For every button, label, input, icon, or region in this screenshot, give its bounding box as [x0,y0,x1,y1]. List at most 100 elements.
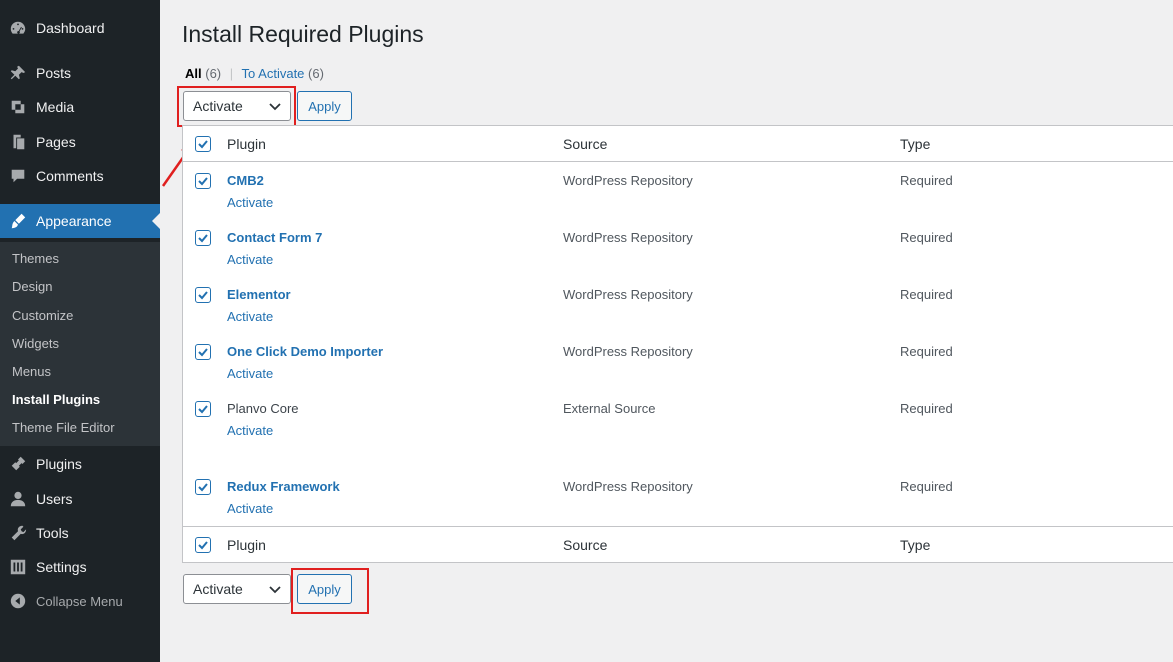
column-header-plugin[interactable]: Plugin [227,136,266,152]
highlight-box [291,568,369,614]
submenu-themes[interactable]: Themes [12,251,59,266]
row-checkbox[interactable] [195,479,211,495]
filter-separator: | [229,66,234,81]
activate-link[interactable]: Activate [227,501,273,516]
plugin-name[interactable]: One Click Demo Importer [227,344,383,359]
menu-label: Tools [36,525,69,541]
menu-dashboard[interactable]: Dashboard [0,11,160,45]
table-row: CMB2 Activate WordPress Repository Requi… [183,173,1173,230]
menu-pages[interactable]: Pages [0,125,160,159]
apply-button-top[interactable]: Apply [297,91,352,121]
plugin-source: WordPress Repository [563,173,693,188]
main-content: Install Required Plugins All (6) | To Ac… [160,0,1173,662]
collapse-icon [0,592,36,610]
menu-media[interactable]: Media [0,90,160,124]
table-footer: Plugin Source Type [183,526,1173,562]
submenu-menus[interactable]: Menus [12,364,51,379]
plugin-source: WordPress Repository [563,479,693,494]
plugin-source: WordPress Repository [563,287,693,302]
admin-sidebar: Dashboard Posts Media Pages Comments App… [0,0,160,662]
status-filters: All (6) | To Activate (6) [185,66,324,81]
plugin-source: WordPress Repository [563,344,693,359]
menu-settings[interactable]: Settings [0,550,160,584]
row-checkbox[interactable] [195,401,211,417]
bulk-action-select-bottom[interactable]: Activate [183,574,291,604]
column-header-type[interactable]: Type [900,136,930,152]
menu-label: Media [36,99,75,115]
plugin-type: Required [900,344,953,359]
plugins-table: Plugin Source Type CMB2 Activate WordPre… [182,125,1173,563]
column-header-source[interactable]: Source [563,136,607,152]
menu-tools[interactable]: Tools [0,516,160,550]
plugin-source: WordPress Repository [563,230,693,245]
activate-link[interactable]: Activate [227,309,273,324]
checkmark-icon [198,541,208,550]
row-checkbox[interactable] [195,287,211,303]
checkmark-icon [198,234,208,243]
row-checkbox[interactable] [195,344,211,360]
menu-plugins[interactable]: Plugins [0,447,160,481]
plugin-name[interactable]: Redux Framework [227,479,340,494]
table-header: Plugin Source Type [183,126,1173,162]
page-title: Install Required Plugins [182,21,424,47]
select-all-checkbox-bottom[interactable] [195,537,211,553]
menu-label: Pages [36,134,76,150]
row-checkbox[interactable] [195,230,211,246]
submenu-install-plugins[interactable]: Install Plugins [12,392,100,407]
column-footer-plugin[interactable]: Plugin [227,537,266,553]
menu-users[interactable]: Users [0,482,160,516]
menu-label: Plugins [36,456,82,472]
plugin-type: Required [900,401,953,416]
plugin-name[interactable]: Contact Form 7 [227,230,322,245]
plugin-source: External Source [563,401,656,416]
filter-to-activate[interactable]: To Activate [242,66,305,81]
dashboard-icon [0,19,36,37]
activate-link[interactable]: Activate [227,366,273,381]
user-icon [0,490,36,508]
sliders-icon [0,558,36,576]
checkmark-icon [198,140,208,149]
activate-link[interactable]: Activate [227,252,273,267]
menu-posts[interactable]: Posts [0,56,160,90]
plugin-type: Required [900,287,953,302]
checkmark-icon [198,177,208,186]
filter-all[interactable]: All [185,66,202,81]
highlight-box [177,86,296,127]
checkmark-icon [198,405,208,414]
pin-icon [0,64,36,82]
menu-label: Posts [36,65,72,81]
activate-link[interactable]: Activate [227,195,273,210]
plugin-name: Planvo Core [227,401,299,416]
plugin-name[interactable]: Elementor [227,287,291,302]
menu-comments[interactable]: Comments [0,159,160,193]
menu-label: Collapse Menu [36,593,123,609]
menu-label: Settings [36,559,87,575]
table-row: Contact Form 7 Activate WordPress Reposi… [183,230,1173,287]
filter-all-count: (6) [205,66,222,81]
column-footer-source[interactable]: Source [563,537,607,553]
menu-label: Comments [36,168,104,184]
chevron-down-icon [269,586,281,594]
row-checkbox[interactable] [195,173,211,189]
select-all-checkbox[interactable] [195,136,211,152]
table-row: Planvo Core Activate External Source Req… [183,401,1173,458]
submenu-widgets[interactable]: Widgets [12,336,59,351]
media-icon [0,98,36,116]
plugin-type: Required [900,173,953,188]
plugin-type: Required [900,230,953,245]
submenu-customize[interactable]: Customize [12,308,73,323]
column-footer-type[interactable]: Type [900,537,930,553]
submenu-theme-file-editor[interactable]: Theme File Editor [12,420,115,435]
comment-icon [0,167,36,185]
wrench-icon [0,524,36,542]
activate-link[interactable]: Activate [227,423,273,438]
submenu-design[interactable]: Design [12,279,52,294]
collapse-menu-button[interactable]: Collapse Menu [0,584,160,618]
plugin-name[interactable]: CMB2 [227,173,264,188]
plugin-type: Required [900,479,953,494]
brush-icon [0,212,36,230]
table-row: One Click Demo Importer Activate WordPre… [183,344,1173,401]
checkmark-icon [198,483,208,492]
checkmark-icon [198,348,208,357]
menu-appearance[interactable]: Appearance [0,204,160,238]
